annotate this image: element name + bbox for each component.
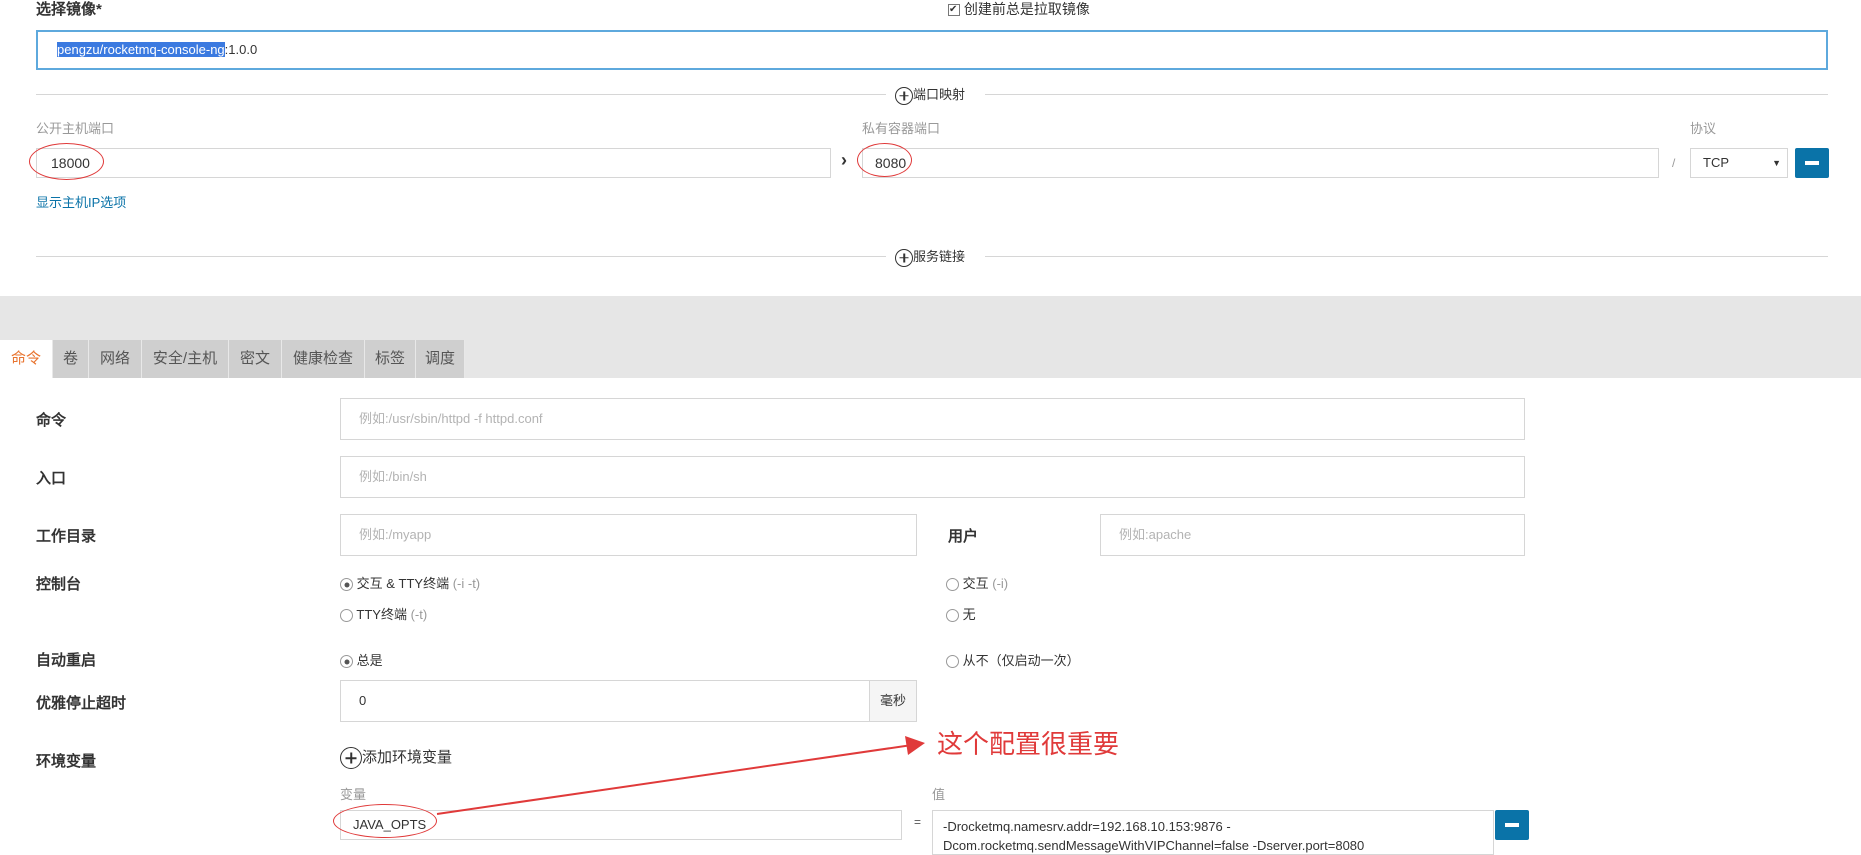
annotation-arrow (436, 736, 925, 815)
annotation-text: 这个配置很重要 (937, 730, 1120, 760)
